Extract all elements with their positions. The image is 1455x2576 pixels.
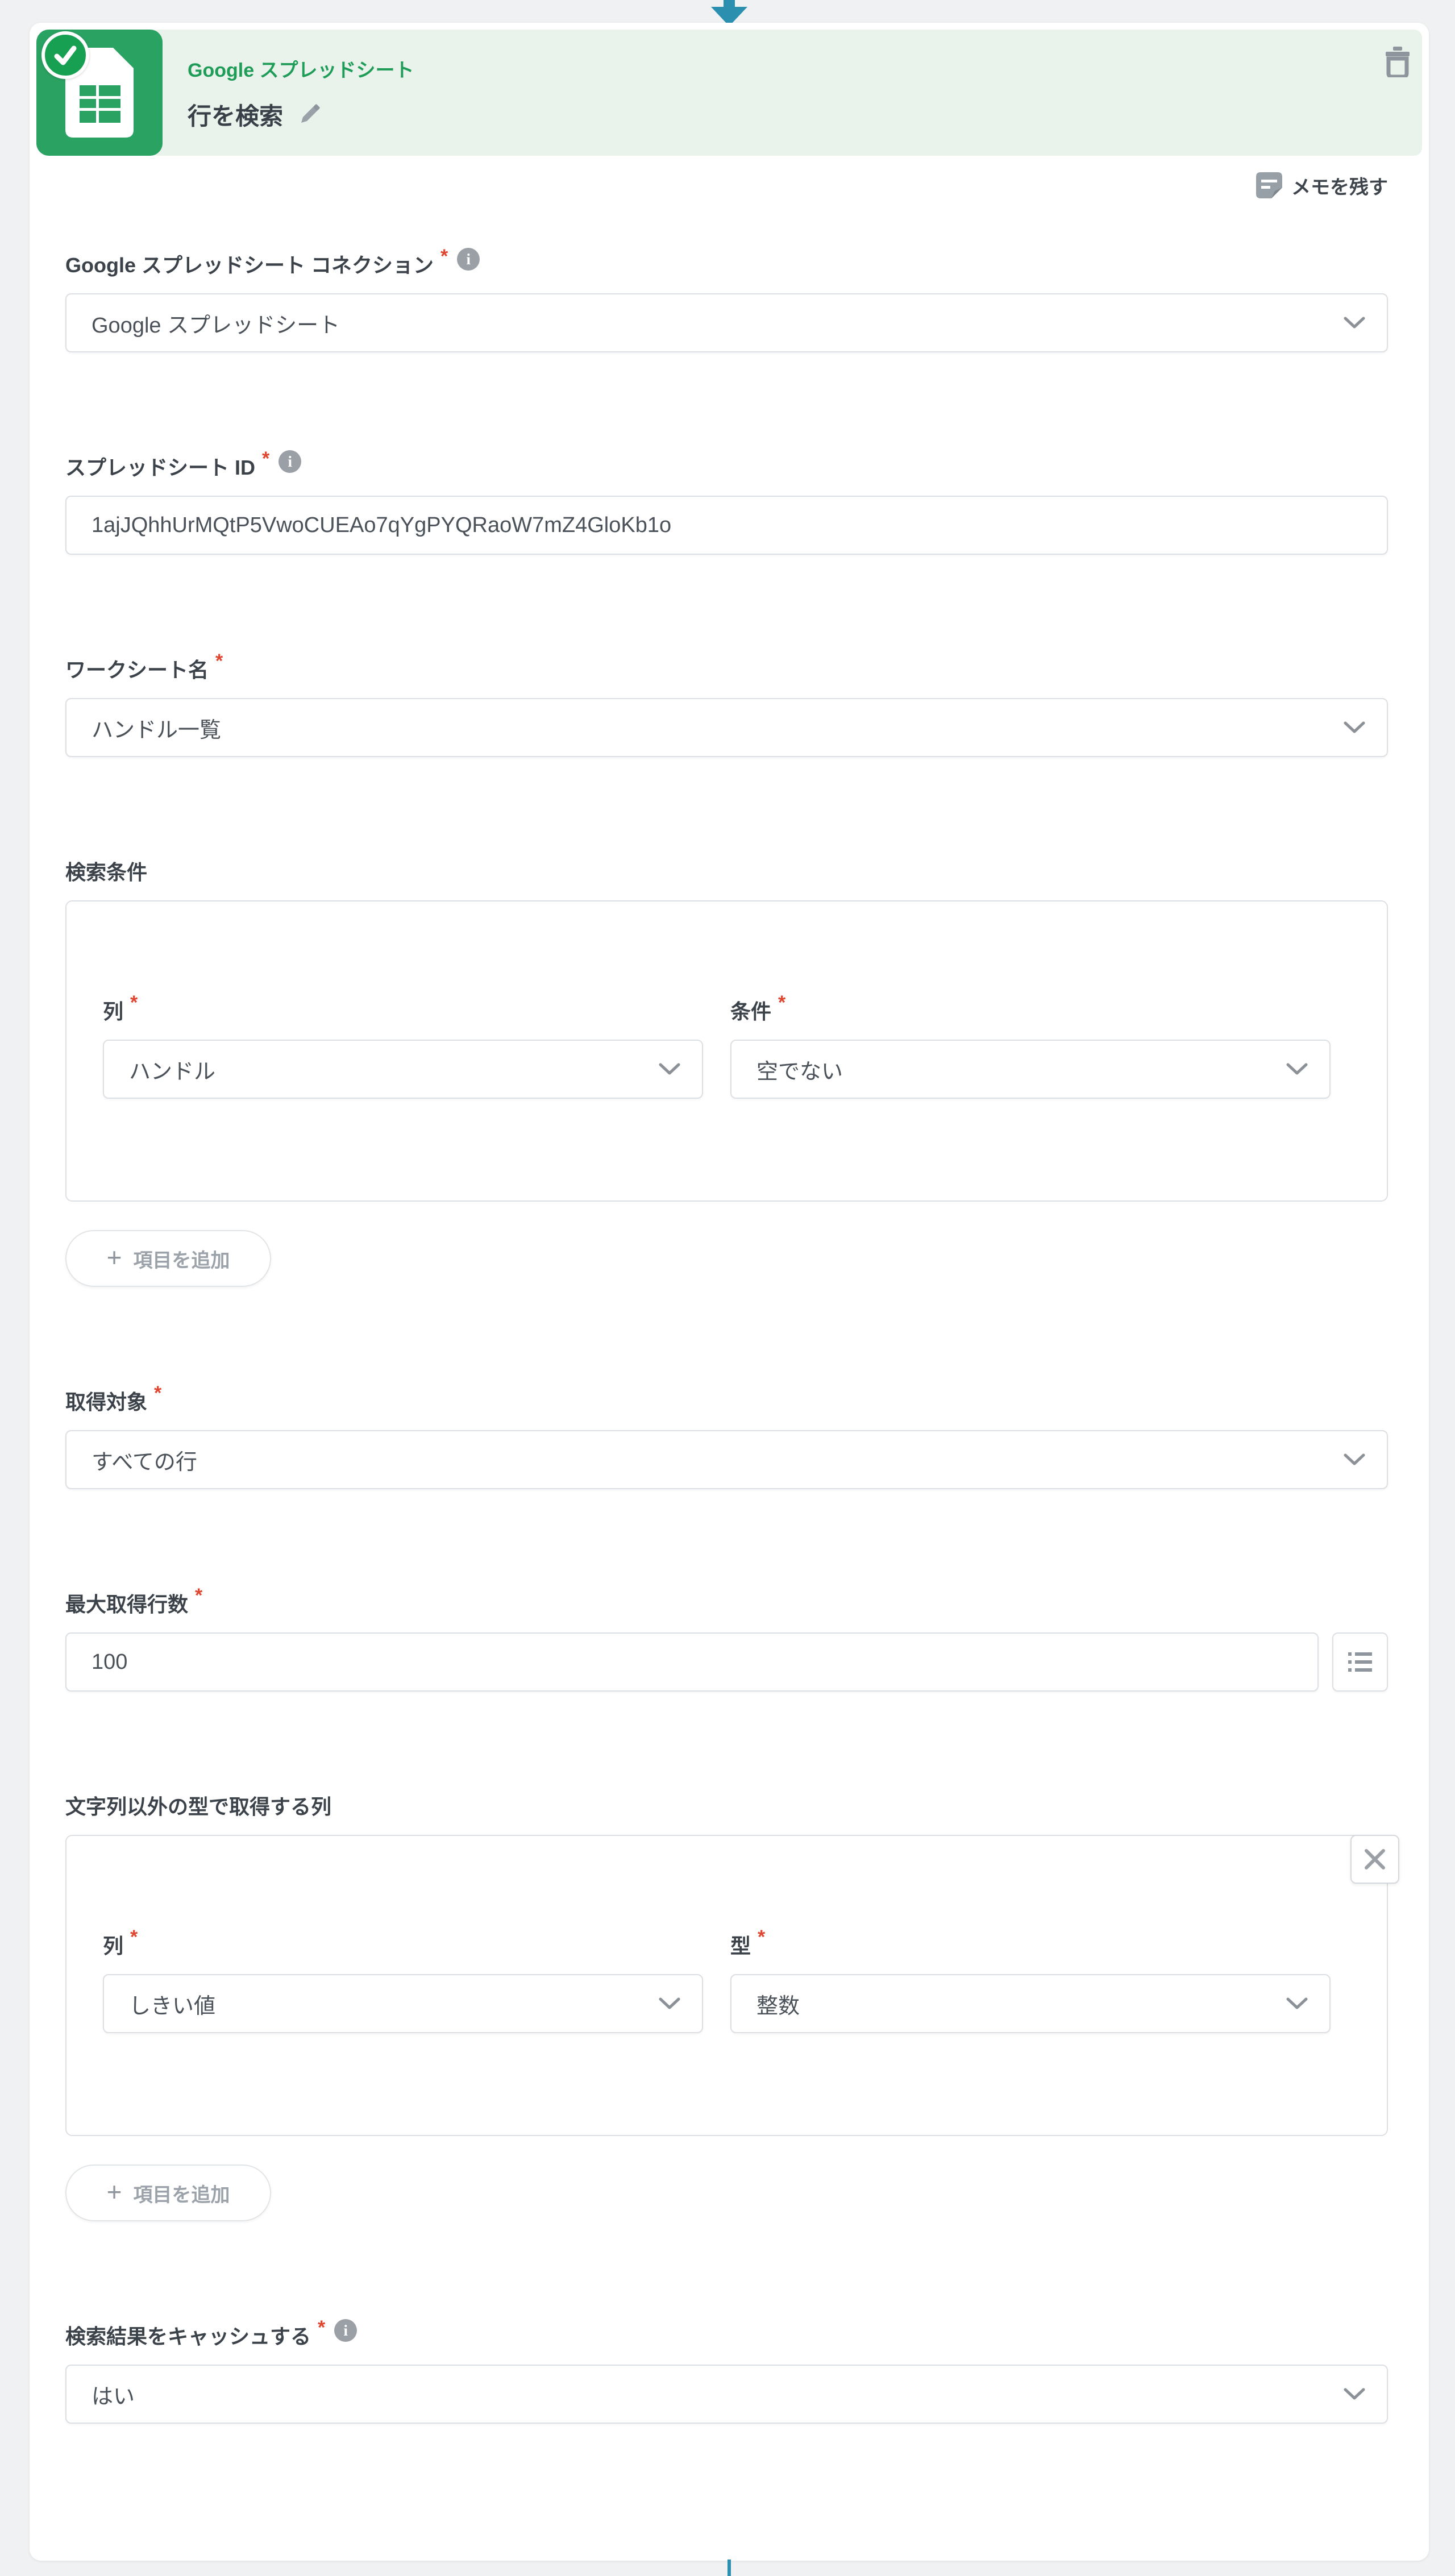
pencil-icon [301, 103, 320, 123]
step-title: 行を検索 [188, 103, 284, 130]
add-typed-column-button[interactable]: + 項目を追加 [65, 2164, 271, 2221]
typed-col-select[interactable]: しきい値 [103, 1974, 703, 2033]
add-item-label: 項目を追加 [133, 2184, 230, 2206]
info-icon[interactable]: i [278, 450, 302, 473]
header-band: Google スプレッドシート 行を検索 [150, 30, 1422, 156]
chevron-down-icon [659, 1997, 680, 2009]
search-col-value: ハンドル [129, 1060, 216, 1084]
required-mark: * [262, 448, 270, 470]
cache-select[interactable]: はい [65, 2365, 1388, 2424]
search-col-select[interactable]: ハンドル [103, 1040, 703, 1099]
required-mark: * [195, 1585, 203, 1606]
memo-link-label: メモを残す [1291, 176, 1388, 198]
typed-type-label: 型 * [730, 1926, 766, 1958]
search-cond-label: 条件 * [730, 992, 786, 1023]
required-mark: * [130, 1926, 138, 1948]
info-icon[interactable]: i [334, 2319, 357, 2342]
flow-connector-line [728, 2560, 731, 2576]
chevron-down-icon [1286, 1997, 1308, 2009]
worksheet-select[interactable]: ハンドル一覧 [65, 698, 1388, 757]
target-select[interactable]: すべての行 [65, 1430, 1388, 1489]
search-cond-value: 空でない [756, 1060, 843, 1084]
step-card: Google スプレッドシート 行を検索 メモを残す Google スプレッドシ… [30, 23, 1429, 2561]
chevron-down-icon [659, 1063, 680, 1075]
close-icon [1365, 1849, 1385, 1869]
max-rows-label: 最大取得行数 * [65, 1585, 203, 1616]
typed-columns-group: 列 * しきい値 型 * 整数 [65, 1835, 1399, 2136]
edit-title-button[interactable] [298, 103, 321, 126]
status-badge [41, 31, 89, 79]
step-header: Google スプレッドシート 行を検索 [36, 30, 1422, 156]
memo-link[interactable]: メモを残す [30, 172, 1388, 199]
search-conditions-label: 検索条件 [65, 861, 148, 884]
add-item-label: 項目を追加 [133, 1249, 230, 1272]
search-cond-select[interactable]: 空でない [730, 1040, 1331, 1099]
list-icon [1348, 1652, 1372, 1672]
add-search-condition-button[interactable]: + 項目を追加 [65, 1230, 271, 1287]
search-conditions-group: 列 * ハンドル 条件 * 空でない [65, 900, 1388, 1202]
required-mark: * [440, 246, 448, 267]
required-mark: * [215, 650, 223, 672]
plus-icon: + [106, 2177, 122, 2207]
plus-icon: + [106, 1243, 122, 1272]
required-mark: * [154, 1382, 162, 1404]
sheet-id-value: 1ajJQhhUrMQtP5VwoCUEAo7qYgPYQRaoW7mZ4Glo… [92, 513, 672, 537]
step-form: Google スプレッドシート コネクション * i Google スプレッドシー… [65, 246, 1399, 2424]
worksheet-label: ワークシート名 * [65, 650, 223, 682]
cache-label: 検索結果をキャッシュする * i [65, 2317, 1388, 2348]
sheet-id-label: スプレッドシート ID * i [65, 448, 1388, 479]
required-mark: * [778, 992, 786, 1013]
info-icon[interactable]: i [457, 248, 480, 271]
required-mark: * [318, 2317, 326, 2338]
chevron-down-icon [1344, 2388, 1365, 2400]
service-label: Google スプレッドシート [188, 60, 414, 81]
required-mark: * [758, 1926, 766, 1948]
typed-type-select[interactable]: 整数 [730, 1974, 1331, 2033]
connection-select[interactable]: Google スプレッドシート [65, 293, 1388, 352]
note-icon [1256, 172, 1282, 198]
max-rows-value: 100 [92, 1650, 128, 1674]
insert-output-button[interactable] [1332, 1632, 1388, 1692]
remove-group-button[interactable] [1350, 1835, 1399, 1884]
sheet-id-input[interactable]: 1ajJQhhUrMQtP5VwoCUEAo7qYgPYQRaoW7mZ4Glo… [65, 496, 1388, 555]
max-rows-input[interactable]: 100 [65, 1632, 1319, 1692]
chevron-down-icon [1344, 1453, 1365, 1465]
connection-value: Google スプレッドシート [92, 313, 340, 338]
delete-step-button[interactable] [1383, 47, 1412, 79]
check-icon [54, 45, 77, 65]
typed-columns-label: 文字列以外の型で取得する列 [65, 1795, 332, 1818]
chevron-down-icon [1344, 721, 1365, 733]
connection-label: Google スプレッドシート コネクション * i [65, 246, 1388, 277]
typed-type-value: 整数 [756, 1994, 800, 2018]
trash-icon [1386, 47, 1410, 79]
typed-col-label: 列 * [103, 1926, 138, 1958]
required-mark: * [130, 992, 138, 1013]
target-value: すべての行 [92, 1450, 197, 1474]
typed-col-value: しきい値 [129, 1994, 216, 2018]
chevron-down-icon [1344, 317, 1365, 329]
search-col-label: 列 * [103, 992, 138, 1023]
target-label: 取得対象 * [65, 1382, 162, 1414]
page: { "header": { "service": "Google スプレッドシー… [0, 0, 1455, 2576]
worksheet-value: ハンドル一覧 [92, 718, 222, 742]
cache-value: はい [92, 2384, 135, 2409]
chevron-down-icon [1286, 1063, 1308, 1075]
